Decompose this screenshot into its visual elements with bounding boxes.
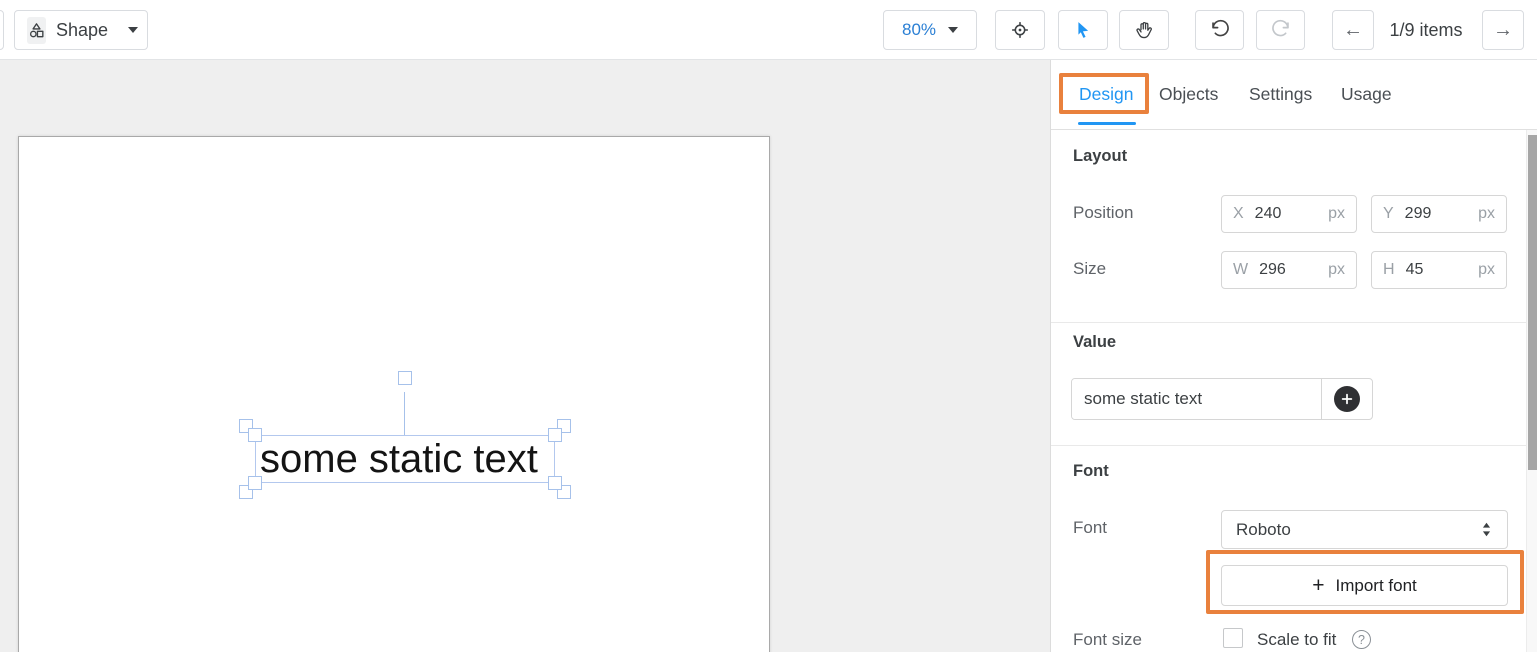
position-y-value: 299: [1405, 205, 1432, 223]
sort-arrows-icon: [1480, 521, 1493, 538]
rotation-handle[interactable]: [398, 371, 412, 385]
position-y-prefix: Y: [1383, 205, 1394, 223]
next-item-button[interactable]: →: [1482, 10, 1524, 50]
redo-button[interactable]: [1256, 10, 1305, 50]
position-x-unit: px: [1328, 205, 1345, 223]
arrow-left-icon: ←: [1343, 19, 1363, 42]
panel-scrollbar[interactable]: [1526, 130, 1537, 652]
size-h-input[interactable]: H 45 px: [1371, 251, 1507, 289]
undo-button[interactable]: [1195, 10, 1244, 50]
size-w-unit: px: [1328, 261, 1345, 279]
position-label: Position: [1073, 203, 1133, 223]
layout-section-title: Layout: [1073, 147, 1127, 166]
rotation-handle-line: [404, 392, 405, 435]
chevron-down-icon: [128, 27, 138, 33]
size-h-value: 45: [1406, 261, 1424, 279]
section-divider: [1051, 445, 1526, 446]
tab-design[interactable]: Design: [1079, 84, 1133, 105]
plus-circle-icon: [1334, 386, 1360, 412]
font-label: Font: [1073, 518, 1107, 538]
scale-to-fit-checkbox[interactable]: [1223, 628, 1243, 648]
previous-item-button[interactable]: ←: [1332, 10, 1374, 50]
canvas-area[interactable]: some static text: [0, 60, 1050, 652]
add-variable-button[interactable]: [1321, 379, 1372, 419]
chevron-down-icon: [948, 27, 958, 33]
position-x-value: 240: [1255, 205, 1282, 223]
position-x-prefix: X: [1233, 205, 1244, 223]
document-page[interactable]: [18, 136, 770, 652]
cursor-icon: [1073, 20, 1093, 40]
zoom-level-value: 80%: [902, 20, 936, 40]
selected-text-element[interactable]: some static text: [255, 435, 555, 483]
shape-button-label: Shape: [56, 20, 108, 41]
tab-settings[interactable]: Settings: [1249, 84, 1312, 105]
properties-panel: Design Objects Settings Usage Layout Pos…: [1050, 60, 1537, 652]
canvas-text: some static text: [260, 436, 556, 484]
resize-handle-top-left[interactable]: [248, 428, 262, 442]
center-view-button[interactable]: [995, 10, 1045, 50]
size-w-prefix: W: [1233, 261, 1248, 279]
resize-handle-bottom-left[interactable]: [248, 476, 262, 490]
undo-icon: [1209, 19, 1231, 41]
value-input[interactable]: [1072, 379, 1321, 419]
pan-tool-button[interactable]: [1119, 10, 1169, 50]
size-w-input[interactable]: W 296 px: [1221, 251, 1357, 289]
plus-icon: +: [1312, 575, 1324, 596]
font-family-select[interactable]: Roboto: [1221, 510, 1508, 549]
size-h-prefix: H: [1383, 261, 1395, 279]
panel-tab-bar: Design Objects Settings Usage: [1051, 60, 1537, 130]
partial-button[interactable]: [0, 10, 4, 50]
shape-dropdown-button[interactable]: Shape: [14, 10, 148, 50]
size-label: Size: [1073, 259, 1106, 279]
zoom-level-dropdown[interactable]: 80%: [883, 10, 977, 50]
active-tab-underline: [1078, 122, 1136, 125]
tab-objects[interactable]: Objects: [1159, 84, 1218, 105]
position-x-input[interactable]: X 240 px: [1221, 195, 1357, 233]
import-font-label: Import font: [1336, 576, 1417, 596]
help-icon: ?: [1352, 630, 1371, 649]
section-divider: [1051, 322, 1526, 323]
resize-handle-bottom-right[interactable]: [548, 476, 562, 490]
font-size-label: Font size: [1073, 630, 1142, 650]
select-tool-button[interactable]: [1058, 10, 1108, 50]
scale-to-fit-label: Scale to fit: [1257, 630, 1336, 650]
items-counter: 1/9 items: [1378, 10, 1474, 50]
position-y-input[interactable]: Y 299 px: [1371, 195, 1507, 233]
value-section-title: Value: [1073, 333, 1116, 352]
resize-handle-top-right[interactable]: [548, 428, 562, 442]
value-input-group: [1071, 378, 1373, 420]
redo-icon: [1270, 19, 1292, 41]
font-family-value: Roboto: [1236, 520, 1480, 540]
position-y-unit: px: [1478, 205, 1495, 223]
size-w-value: 296: [1259, 261, 1286, 279]
shapes-icon: [27, 17, 46, 44]
size-h-unit: px: [1478, 261, 1495, 279]
scrollbar-thumb[interactable]: [1528, 135, 1537, 470]
target-icon: [1009, 19, 1031, 41]
app-root: Shape 80%: [0, 0, 1537, 652]
hand-icon: [1134, 20, 1155, 41]
toolbar: Shape 80%: [0, 0, 1537, 60]
import-font-button[interactable]: + Import font: [1221, 565, 1508, 606]
font-section-title: Font: [1073, 462, 1109, 481]
tab-usage[interactable]: Usage: [1341, 84, 1392, 105]
arrow-right-icon: →: [1493, 19, 1513, 42]
